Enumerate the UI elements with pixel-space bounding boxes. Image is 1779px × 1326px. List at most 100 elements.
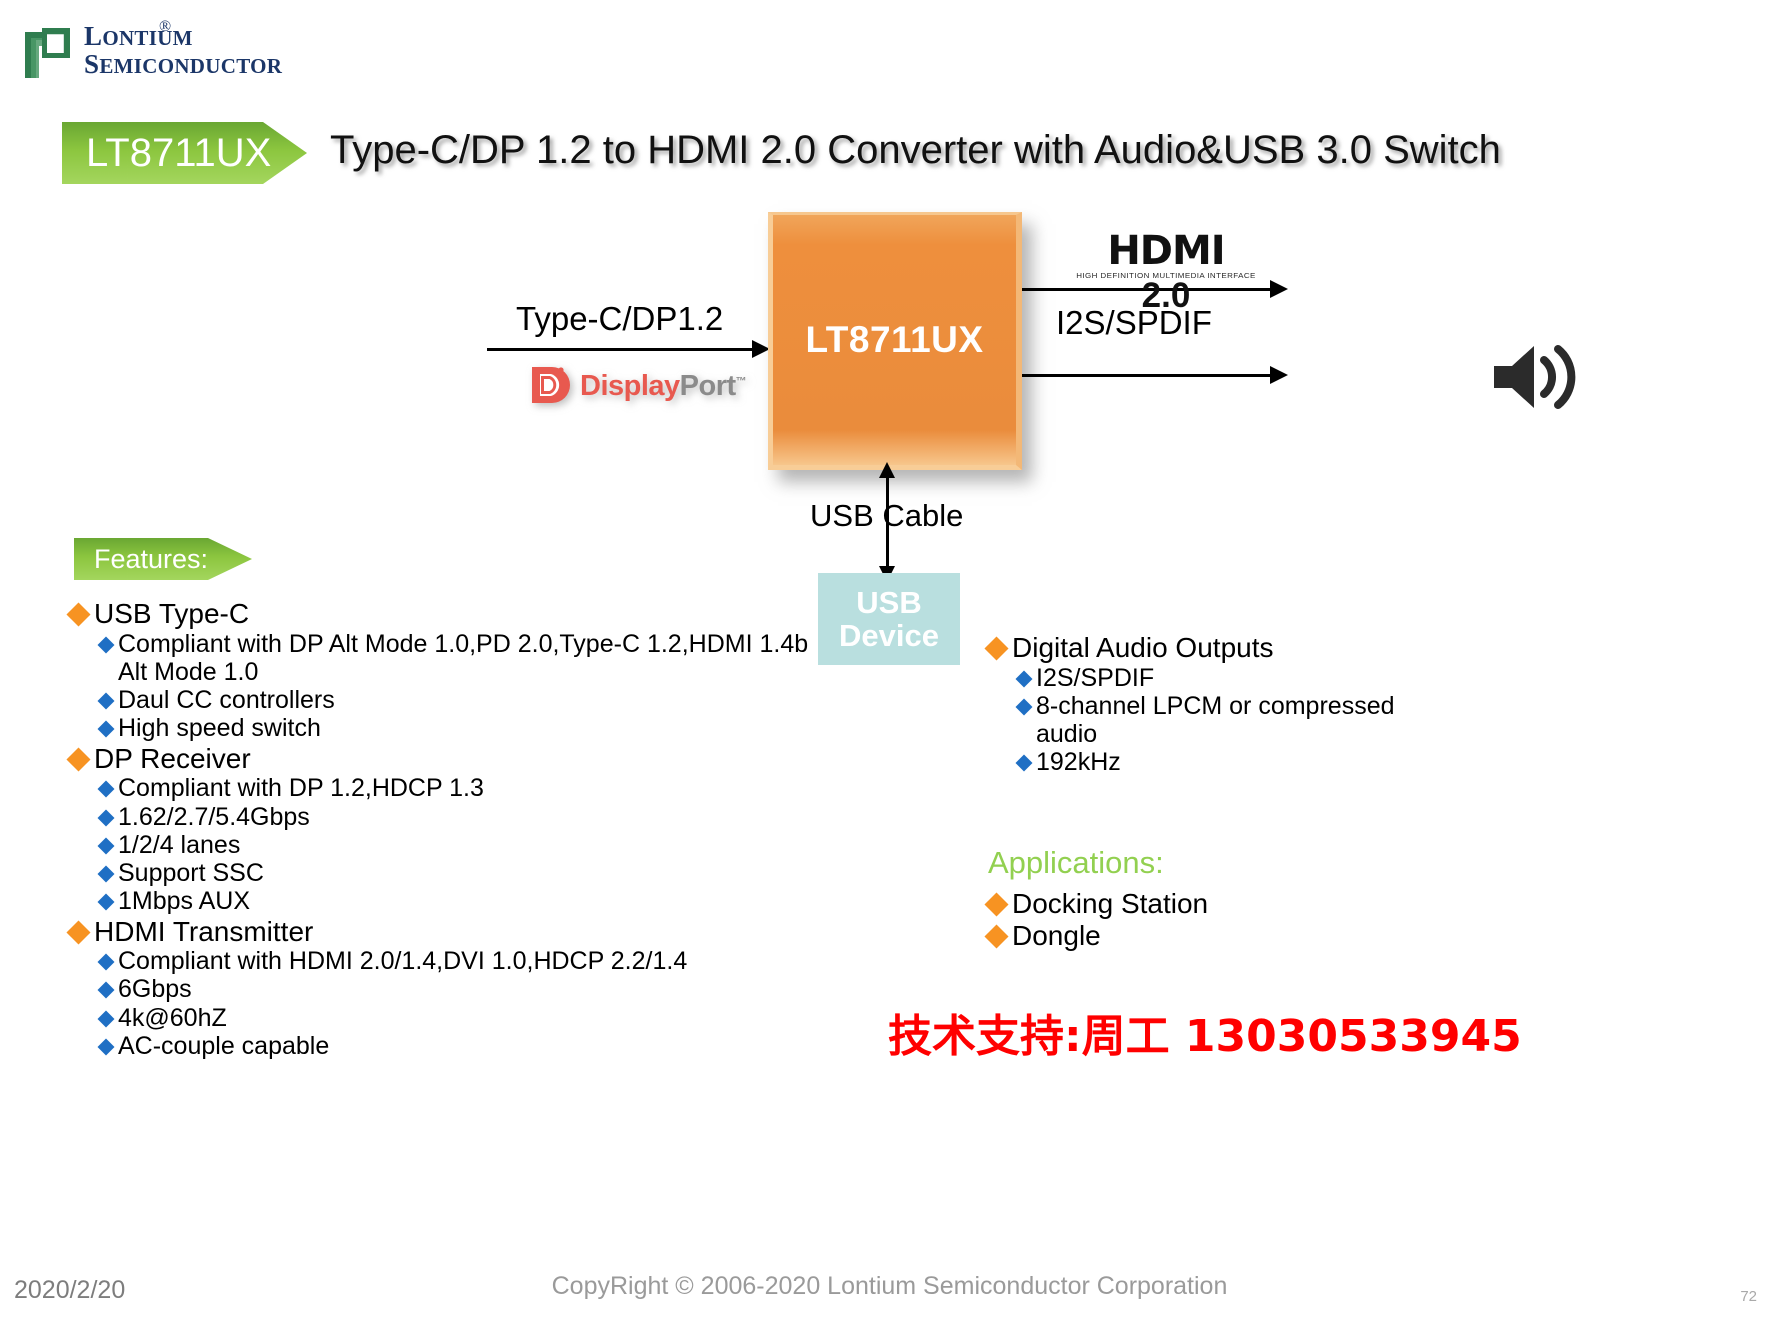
feature-item: AC-couple capable [97,1031,830,1060]
bullet-diamond-blue-icon [97,953,115,971]
registered-mark: ® [159,18,172,35]
bullet-diamond-orange-icon [66,919,91,945]
usb-cable-label: USB Cable [810,498,964,533]
bullet-diamond-blue-icon [97,1010,115,1028]
application-item: Docking Station [984,888,1408,920]
usb-device-block: USB Device [818,573,960,665]
bullet-text: USB Type-C [94,598,250,629]
application-item: Dongle [984,919,1408,952]
displayport-wordmark: DisplayPort™ [580,369,747,403]
feature-item: Compliant with DP Alt Mode 1.0,PD 2.0,Ty… [97,629,830,687]
bullet-diamond-blue-icon [1015,698,1033,716]
feature-item: 1.62/2.7/5.4Gbps [97,802,830,831]
usb-device-line-2: Device [839,618,939,653]
bullet-text: 4k@60hZ [118,1003,227,1032]
bullet-text: Compliant with DP Alt Mode 1.0,PD 2.0,Ty… [118,629,809,686]
contact-text: 技术支持:周工 13030533945 [888,1011,1522,1062]
features-heading-label: Features: [94,543,209,574]
hdmi-wordmark: HDMI [1107,228,1225,274]
bullet-text: Digital Audio Outputs [1012,632,1274,663]
hdmi-arrow-head [1270,280,1288,298]
bullet-diamond-blue-icon [97,636,115,654]
bullet-diamond-orange-icon [66,747,91,772]
feature-item: 6Gbps [97,975,830,1004]
bullet-diamond-blue-icon [97,981,115,999]
bullet-diamond-blue-icon [1015,670,1033,688]
feature-item: Daul CC controllers [97,686,830,715]
bullet-diamond-blue-icon [97,893,115,911]
bullet-diamond-blue-icon [97,720,115,738]
bullet-text: 8-channel LPCM or compressed audio [1036,691,1395,749]
feature-group-title: USB Type-C [66,598,830,630]
input-arrow-line [487,348,759,351]
features-heading-badge: Features: [74,538,252,580]
part-number-badge: LT8711UX [62,122,307,184]
bullet-text: Daul CC controllers [118,686,335,715]
input-label: Type-C/DP1.2 [516,300,724,337]
features-right-list: Digital Audio Outputs I2S/SPDIF 8-channel … [984,632,1408,777]
company-logo: LONTIUM SEMICONDUCTOR ® [22,18,282,88]
bullet-diamond-orange-icon [984,924,1009,949]
displayport-trademark: ™ [735,374,747,387]
speaker-icon [1494,345,1576,409]
bullet-diamond-blue-icon [1015,754,1033,772]
bullet-diamond-blue-icon [97,865,115,883]
bullet-diamond-blue-icon [97,780,115,798]
bullet-diamond-blue-icon [97,809,115,826]
feature-item: Compliant with DP 1.2,HDCP 1.3 [97,774,830,802]
displayport-text-port: Port [679,369,737,402]
bullet-text: 192kHz [1036,748,1121,777]
bullet-text: Dongle [1012,919,1101,951]
bullet-text: DP Receiver [94,742,251,774]
bullet-diamond-blue-icon [97,692,115,710]
audio-arrow-line [1022,374,1276,377]
feature-item: 8-channel LPCM or compressed audio [1015,691,1408,749]
bullet-text: 6Gbps [118,975,192,1004]
logo-line-2: SEMICONDUCTOR [84,49,283,80]
feature-group-title: DP Receiver [66,742,830,775]
bullet-diamond-blue-icon [97,1038,115,1056]
logo-wordmark: LONTIUM SEMICONDUCTOR [84,22,282,78]
feature-item: High speed switch [97,714,830,743]
applications-heading: Applications: [988,845,1164,880]
bullet-text: HDMI Transmitter [94,915,314,947]
chip-block: LT8711UX [768,212,1022,470]
usb-device-line-1: USB [856,584,922,620]
bullet-text: 1.62/2.7/5.4Gbps [118,802,310,831]
bullet-text: High speed switch [118,714,321,743]
feature-item: 4k@60hZ [97,1003,830,1032]
usb-cable-arrow-up [879,462,895,478]
bullet-text: Docking Station [1012,888,1209,919]
hdmi-logo: HDMI HIGH DEFINITION MULTIMEDIA INTERFAC… [1076,228,1256,313]
bullet-text: I2S/SPDIF [1036,663,1155,692]
part-number-label: LT8711UX [86,130,272,175]
bullet-text: AC-couple capable [118,1031,330,1060]
bullet-text: 1/2/4 lanes [118,830,241,859]
displayport-logo: DisplayPort™ [528,363,747,409]
applications-list: Docking Station Dongle [984,888,1408,952]
feature-item: 192kHz [1015,748,1408,777]
bullet-text: 1Mbps AUX [118,887,251,916]
displayport-text-display: Display [580,369,680,402]
feature-item: 1/2/4 lanes [97,830,830,859]
feature-item: I2S/SPDIF [1015,663,1408,692]
bullet-diamond-blue-icon [97,837,115,855]
logo-line-1: LONTIUM [84,21,193,51]
bullet-text: Support SSC [118,859,264,887]
page-title: Type-C/DP 1.2 to HDMI 2.0 Converter with… [330,128,1501,172]
feature-item: 1Mbps AUX [97,887,830,916]
bullet-text: Compliant with HDMI 2.0/1.4,DVI 1.0,HDCP… [118,947,688,976]
feature-item: Compliant with HDMI 2.0/1.4,DVI 1.0,HDCP… [97,947,830,976]
audio-arrow-head [1270,366,1288,384]
bullet-diamond-orange-icon [984,892,1009,917]
footer-copyright: CopyRight © 2006-2020 Lontium Semiconduc… [551,1272,1228,1300]
slide-canvas: LONTIUM SEMICONDUCTOR ® LT8711UX Type-C/… [0,0,1779,1326]
footer-page-number: 72 [1740,1288,1757,1305]
bullet-diamond-orange-icon [984,636,1009,661]
audio-output-label: I2S/SPDIF [1056,304,1212,341]
features-left-list: USB Type-C Compliant with DP Alt Mode 1.0… [66,598,830,1060]
feature-group-title: Digital Audio Outputs [984,632,1408,664]
bullet-diamond-orange-icon [66,602,91,627]
hdmi-subtitle: HIGH DEFINITION MULTIMEDIA INTERFACE [1076,271,1256,280]
chip-label: LT8711UX [805,319,984,360]
